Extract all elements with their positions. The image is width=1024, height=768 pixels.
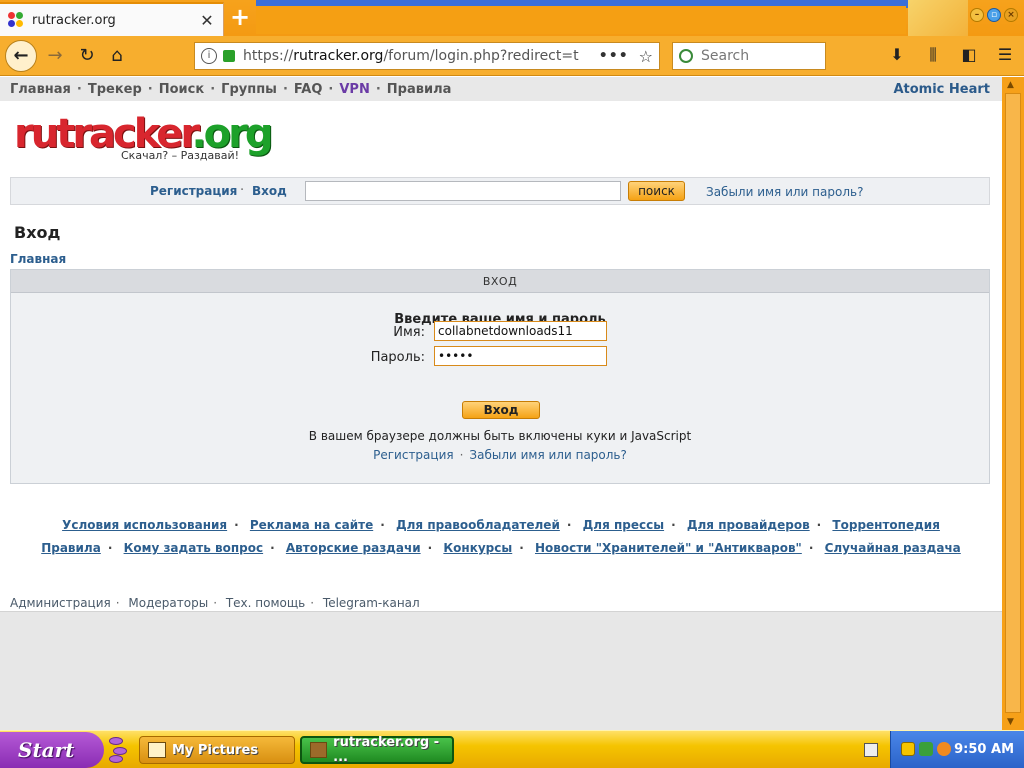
start-button[interactable]: Start	[0, 732, 104, 768]
tech-help-link[interactable]: Тех. помощь	[226, 596, 305, 610]
login-form: ВХОД Введите ваше имя и пароль Имя: coll…	[10, 269, 990, 484]
footer-link[interactable]: Конкурсы	[443, 541, 512, 555]
site-logo[interactable]: rutracker.org Скачал? – Раздавай!	[14, 111, 273, 167]
footer-link[interactable]: Для провайдеров	[687, 518, 810, 532]
system-tray: 9:50 AM	[890, 731, 1024, 768]
footer-link[interactable]: Новости "Хранителей" и "Антикваров"	[535, 541, 802, 555]
password-field[interactable]: •••••	[434, 346, 607, 366]
telegram-link[interactable]: Telegram-канал	[323, 596, 420, 610]
shield-icon[interactable]	[901, 742, 915, 756]
keyboard-icon[interactable]	[864, 743, 878, 757]
nav-faq[interactable]: FAQ	[294, 82, 323, 97]
library-icon[interactable]: ⫼	[922, 44, 944, 66]
footer-link[interactable]: Условия использования	[62, 518, 227, 532]
nav-groups[interactable]: Группы	[221, 82, 277, 97]
toolbar-right: ⬇ ⫼ ◧ ☰	[886, 44, 1016, 66]
footer-link[interactable]: Реклама на сайте	[250, 518, 373, 532]
footer-links-row2: Правила · Кому задать вопрос · Авторские р…	[41, 541, 961, 555]
new-tab-button[interactable]: +	[224, 2, 256, 34]
login-submit-button[interactable]: Вход	[462, 401, 540, 419]
footer-link[interactable]: Торрентопедия	[832, 518, 939, 532]
footer-link[interactable]: Авторские раздачи	[286, 541, 421, 555]
password-label: Пароль:	[370, 350, 425, 365]
scroll-thumb[interactable]	[1005, 93, 1021, 713]
footer-link[interactable]: Случайная раздача	[825, 541, 961, 555]
site-search-input[interactable]	[305, 181, 621, 201]
forward-icon[interactable]: →	[40, 41, 70, 71]
search-placeholder: Search	[701, 48, 750, 64]
site-topnav: Главная · Трекер · Поиск · Группы · FAQ · VPN…	[0, 77, 1002, 101]
lock-icon	[223, 50, 235, 62]
nav-home[interactable]: Главная	[10, 82, 71, 97]
quicklaunch-icon	[107, 735, 131, 765]
forgot-password-link[interactable]: Забыли имя или пароль?	[706, 185, 863, 199]
footer-link[interactable]: Для прессы	[583, 518, 664, 532]
top-search-row: Регистрация · Вход поиск Забыли имя или …	[10, 177, 990, 205]
register-link[interactable]: Регистрация	[150, 184, 237, 198]
folder-icon	[148, 742, 166, 758]
footer-link[interactable]: Кому задать вопрос	[124, 541, 264, 555]
back-icon[interactable]: ←	[5, 40, 37, 72]
footer-link[interactable]: Для правообладателей	[396, 518, 560, 532]
page-actions-icon[interactable]: •••	[599, 48, 629, 64]
home-icon[interactable]: ⌂	[102, 41, 132, 71]
page-content: Главная · Трекер · Поиск · Группы · FAQ · VPN…	[0, 77, 1002, 730]
theme-decoration	[908, 0, 968, 36]
close-window-icon[interactable]: ×	[1004, 8, 1018, 22]
os-taskbar: Start My Pictures rutracker.org - ... 9:…	[0, 730, 1024, 768]
minimize-icon[interactable]: –	[970, 8, 984, 22]
scroll-down-icon[interactable]: ▼	[1007, 717, 1014, 727]
nav-vpn[interactable]: VPN	[339, 82, 369, 97]
reload-icon[interactable]: ↻	[72, 41, 102, 71]
forgot-link-bottom[interactable]: Забыли имя или пароль?	[469, 448, 626, 462]
login-links: Регистрация · Забыли имя или пароль?	[373, 448, 627, 462]
tab-strip	[256, 6, 906, 34]
search-field[interactable]: Search	[672, 42, 826, 70]
window-controls: – ▫ ×	[970, 8, 1018, 22]
maximize-icon[interactable]: ▫	[987, 8, 1001, 22]
network-icon[interactable]	[919, 742, 933, 756]
menu-icon[interactable]: ☰	[994, 44, 1016, 66]
login-link[interactable]: Вход	[252, 184, 287, 198]
nav-search[interactable]: Поиск	[159, 82, 204, 97]
cookie-note: В вашем браузере должны быть включены ку…	[308, 429, 692, 443]
browser-icon	[310, 742, 328, 758]
promo-link[interactable]: Atomic Heart	[893, 82, 990, 97]
taskbar-item-browser[interactable]: rutracker.org - ...	[300, 735, 454, 765]
browser-tab[interactable]: rutracker.org ✕	[0, 2, 224, 36]
footer-links-row1: Условия использования · Реклама на сайте ·…	[62, 518, 940, 532]
tray-search-icon[interactable]	[937, 742, 951, 756]
username-label: Имя:	[393, 325, 425, 340]
nav-tracker[interactable]: Трекер	[88, 82, 142, 97]
admin-links: Администрация · Модераторы · Тех. помощь · …	[10, 596, 420, 610]
tab-close-icon[interactable]: ✕	[199, 11, 215, 30]
page-scrollbar[interactable]: ▲ ▼	[1002, 77, 1024, 730]
site-info-icon[interactable]: i	[201, 48, 217, 64]
login-form-header: ВХОД	[11, 270, 989, 293]
bookmark-star-icon[interactable]: ☆	[639, 47, 653, 66]
sidebar-icon[interactable]: ◧	[958, 44, 980, 66]
clock: 9:50 AM	[954, 742, 1014, 757]
search-button[interactable]: поиск	[628, 181, 685, 201]
favicon-icon	[8, 12, 24, 28]
nav-rules[interactable]: Правила	[387, 82, 452, 97]
moderators-link[interactable]: Модераторы	[128, 596, 208, 610]
page-title: Вход	[14, 223, 61, 242]
footer-link[interactable]: Правила	[41, 541, 101, 555]
download-icon[interactable]: ⬇	[886, 44, 908, 66]
url-text[interactable]: https://rutracker.org/forum/login.php?re…	[243, 48, 589, 64]
address-bar[interactable]: i https://rutracker.org/forum/login.php?…	[194, 42, 660, 70]
search-icon	[679, 49, 693, 63]
tab-title: rutracker.org	[32, 12, 116, 28]
breadcrumb[interactable]: Главная	[10, 252, 66, 266]
site-slogan: Скачал? – Раздавай!	[121, 149, 240, 162]
scroll-up-icon[interactable]: ▲	[1007, 80, 1014, 90]
username-field[interactable]: collabnetdownloads11	[434, 321, 607, 341]
register-link-bottom[interactable]: Регистрация	[373, 448, 453, 462]
taskbar-item-my-pictures[interactable]: My Pictures	[139, 736, 295, 764]
nav-toolbar: ← → ↻ ⌂ i https://rutracker.org/forum/lo…	[0, 36, 1024, 76]
admin-link[interactable]: Администрация	[10, 596, 111, 610]
tab-bar: rutracker.org ✕ + – ▫ ×	[0, 0, 1024, 36]
page-bottom-area	[0, 611, 1002, 730]
